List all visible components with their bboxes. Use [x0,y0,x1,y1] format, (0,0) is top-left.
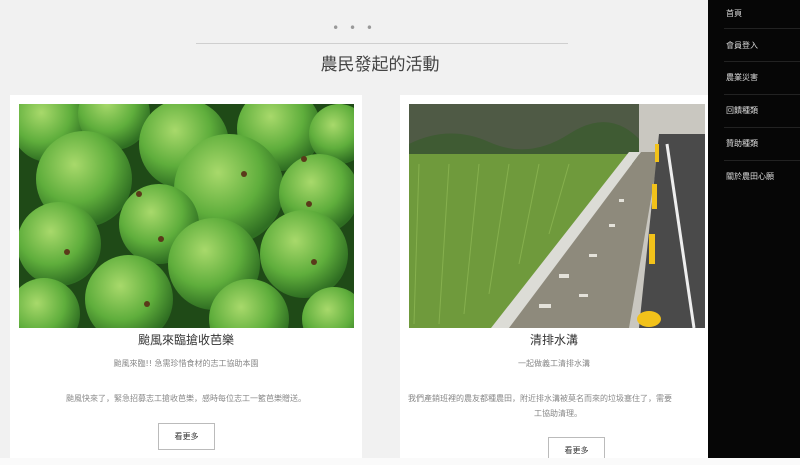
nav-item-member-login[interactable]: 會員登入 [726,40,758,51]
nav-divider [724,61,800,62]
see-more-button[interactable]: 看更多 [158,423,215,450]
card-description-line2: 工協助清理。 [534,409,582,418]
activity-card-drainage: 清排水溝 一起做義工清排水溝 我們產銷班裡的農友都種農田，附近排水溝被莫名而來的… [400,95,708,465]
section-title: 農民發起的活動 [320,55,440,75]
card-description: 颱風快來了，緊急招募志工搶收芭樂，感時每位志工一籃芭樂贈送。 [66,394,306,403]
card-subtitle: 一起做義工清排水溝 [518,359,590,368]
title-divider [196,43,568,44]
card-description-line1: 我們產銷班裡的農友都種農田，附近排水溝被莫名而來的垃圾塞住了，需要 [408,394,672,403]
nav-item-about[interactable]: 關於農田心願 [726,171,774,182]
nav-divider [724,94,800,95]
nav-divider [724,28,800,29]
nav-item-agri-disaster[interactable]: 農業災害 [726,72,758,83]
activity-card-guava: 颱風來臨搶收芭樂 颱風來臨!! 急需珍惜食材的志工協助本園 颱風快來了，緊急招募… [10,95,362,465]
side-nav: 首頁 會員登入 農業災害 回饋種類 贊助種類 關於農田心願 [708,0,800,458]
card-title: 颱風來臨搶收芭樂 [137,333,234,347]
card-title: 清排水溝 [529,333,578,347]
nav-item-sponsor-types[interactable]: 贊助種類 [726,138,758,149]
nav-item-feedback-types[interactable]: 回饋種類 [726,105,758,116]
drainage-ditch-photo [409,104,705,328]
guava-photo [19,104,354,328]
decorative-dots: • • • [332,21,376,35]
nav-divider [724,160,800,161]
card-description: 我們產銷班裡的農友都種農田，附近排水溝被莫名而來的垃圾塞住了，需要 工協助清理。 [408,391,708,421]
nav-divider [724,127,800,128]
card-subtitle: 颱風來臨!! 急需珍惜食材的志工協助本園 [113,359,259,368]
nav-item-home[interactable]: 首頁 [726,8,742,19]
page-bottom-edge [0,458,800,465]
